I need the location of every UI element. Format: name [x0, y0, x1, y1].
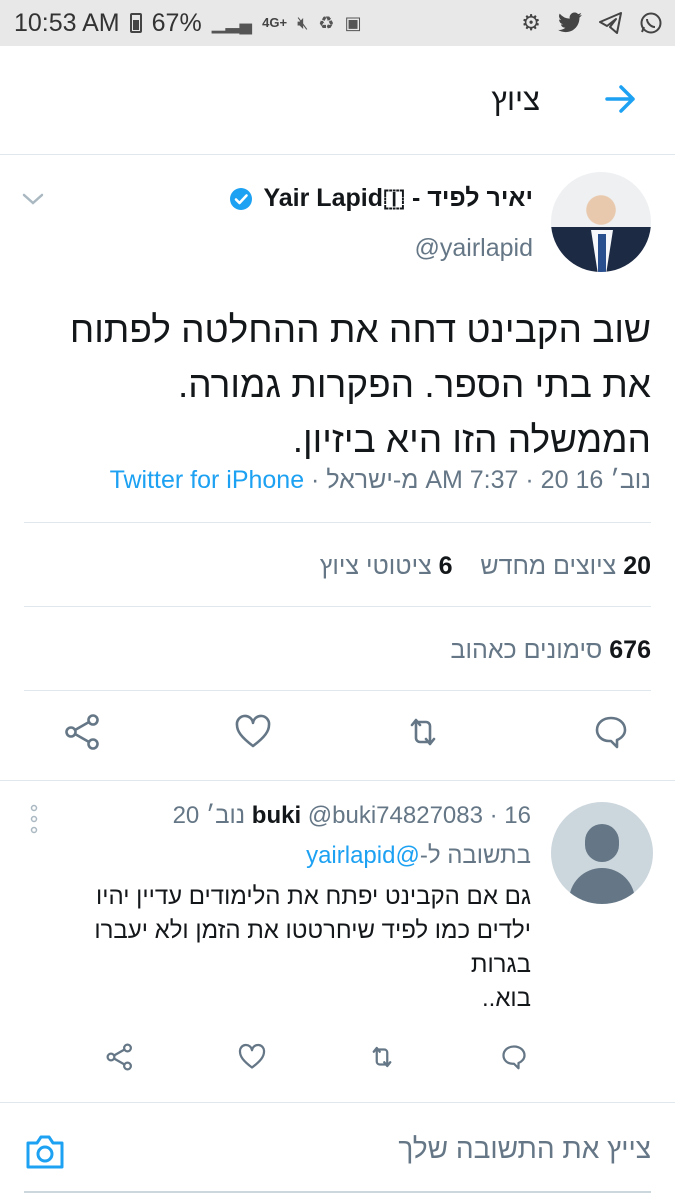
status-time: 10:53 AM	[14, 8, 120, 37]
reply-to-mention[interactable]: @yairlapid	[306, 842, 420, 869]
tweet-timestamp: נוב׳ 16 20 · 7:37 AM מ-ישראל ·	[304, 466, 651, 494]
status-bar: 10:53 AM 67% ▁▂▄ 4G+ 🔇︎ ♻ ▣ ⚙	[0, 0, 675, 46]
tweet-source-link[interactable]: Twitter for iPhone	[110, 466, 305, 494]
camera-icon[interactable]	[24, 1133, 66, 1171]
network-type: 4G+	[262, 15, 288, 30]
retweet-icon[interactable]	[367, 1042, 397, 1072]
quotes-stat[interactable]: 6 ציטוטי ציוץ	[320, 552, 453, 580]
settings-icon: ⚙	[521, 10, 541, 35]
reply-avatar[interactable]	[551, 802, 653, 904]
reply-text-line: בוא..	[482, 985, 531, 1012]
reply-text-line: בגרות	[470, 951, 531, 978]
author-name-row: יאיר לפיד - Yair Lapid🇮	[229, 184, 533, 213]
whatsapp-icon	[640, 12, 662, 34]
twitter-icon	[558, 12, 582, 33]
reply-text-line: גם אם הקבינט יפתח את הלימודים עדיין יהיו	[96, 883, 531, 910]
input-underline	[24, 1191, 651, 1193]
telegram-icon	[599, 12, 622, 34]
divider	[24, 522, 651, 523]
quotes-label: ציטוטי ציוץ	[319, 552, 432, 580]
battery-icon	[129, 13, 142, 33]
tweet-actions	[0, 712, 675, 772]
verified-badge-icon	[230, 187, 253, 210]
likes-label: סימונים כאהוב	[450, 636, 603, 664]
retweets-stat[interactable]: 20 ציוצים מחדש	[480, 552, 651, 580]
reply-actions	[0, 1042, 675, 1082]
quotes-count: 6	[438, 552, 453, 580]
top-bar: ציוץ	[0, 46, 675, 155]
divider	[24, 690, 651, 691]
author-name[interactable]: יאיר לפיד - Yair Lapid🇮	[263, 184, 533, 213]
recycle-icon: ♻	[318, 12, 335, 33]
reply-text: גם אם הקבינט יפתח את הלימודים עדיין יהיו…	[21, 880, 531, 1016]
reply-to-label: בתשובה ל-	[419, 842, 531, 869]
heart-icon[interactable]	[233, 712, 273, 752]
tweet-text: שוב הקבינט דחה את ההחלטה לפתוח את בתי הס…	[69, 309, 651, 460]
reply-author-name[interactable]: buki	[252, 802, 301, 829]
author-handle[interactable]: @yairlapid	[415, 234, 533, 263]
chevron-down-icon[interactable]	[22, 192, 44, 206]
retweet-icon[interactable]	[403, 712, 443, 752]
page-title: ציוץ	[491, 82, 540, 117]
heart-icon[interactable]	[237, 1042, 267, 1072]
share-icon[interactable]	[63, 712, 103, 752]
more-options-icon[interactable]	[30, 804, 38, 834]
back-arrow-icon[interactable]	[603, 82, 637, 116]
signal-icon: ▁▂▄	[211, 12, 253, 33]
share-icon[interactable]	[105, 1042, 135, 1072]
author-avatar[interactable]	[551, 172, 651, 272]
mute-icon: 🔇︎	[297, 12, 309, 33]
reply-icon[interactable]	[591, 712, 631, 752]
reply-input[interactable]: צייץ את התשובה שלך	[398, 1133, 651, 1165]
divider	[24, 606, 651, 607]
retweets-count: 20	[623, 552, 651, 580]
reply-tweet[interactable]: buki @buki74827083 · 16 נוב׳ 20 בתשובה ל…	[0, 780, 675, 1100]
reply-to-line: בתשובה ל-@yairlapid	[306, 842, 531, 870]
reply-composer: צייץ את התשובה שלך	[0, 1102, 675, 1201]
tweet-meta: נוב׳ 16 20 · 7:37 AM מ-ישראל · Twitter f…	[110, 466, 651, 495]
sim-icon: ▣	[344, 12, 362, 33]
reply-text-line: ילדים כמו לפיד שיחרטטו את הזמן ולא יעברו	[94, 917, 531, 944]
reply-handle-date: @buki74827083 · 16 נוב׳ 20	[172, 802, 531, 829]
likes-stat[interactable]: 676 סימונים כאהוב	[451, 636, 651, 665]
battery-level: 67%	[151, 8, 202, 37]
tweet-stats-row: 20 ציוצים מחדש 6 ציטוטי ציוץ	[320, 552, 651, 581]
likes-count: 676	[609, 636, 651, 664]
reply-header: buki @buki74827083 · 16 נוב׳ 20	[173, 802, 531, 830]
reply-icon[interactable]	[499, 1042, 529, 1072]
retweets-label: ציוצים מחדש	[480, 552, 617, 580]
